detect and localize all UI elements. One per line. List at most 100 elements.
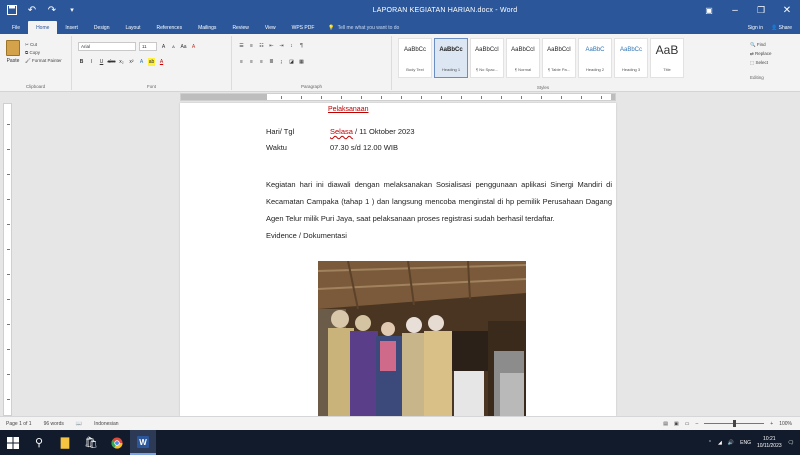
windows-start-icon[interactable]: [0, 430, 26, 455]
print-layout-icon[interactable]: ▣: [674, 421, 679, 427]
justify-icon[interactable]: ≣: [268, 58, 275, 66]
vertical-ruler[interactable]: [3, 103, 12, 416]
language-indicator[interactable]: Indonesian: [94, 421, 118, 427]
tab-wps-pdf[interactable]: WPS PDF: [284, 21, 323, 34]
find-button[interactable]: 🔍 Find: [750, 40, 772, 49]
tab-design[interactable]: Design: [86, 21, 118, 34]
sort-icon[interactable]: ↕: [288, 42, 295, 50]
style-title[interactable]: AaB Title: [650, 38, 684, 78]
replace-button[interactable]: ⇄ Replace: [750, 49, 772, 58]
share-button[interactable]: 👤 Share: [771, 25, 792, 31]
align-center-icon[interactable]: ≡: [248, 58, 255, 66]
tab-mailings[interactable]: Mailings: [190, 21, 224, 34]
store-icon[interactable]: 🛍: [78, 430, 104, 455]
zoom-level[interactable]: 100%: [779, 421, 792, 427]
style-body-text[interactable]: AaBbCc Body Text: [398, 38, 432, 78]
ribbon-display-options-icon[interactable]: ▣: [696, 0, 722, 20]
web-layout-icon[interactable]: ▭: [685, 421, 690, 427]
align-left-icon[interactable]: ≡: [238, 58, 245, 66]
tab-review[interactable]: Review: [224, 21, 256, 34]
chrome-icon[interactable]: [104, 430, 130, 455]
zoom-in-icon[interactable]: +: [770, 421, 773, 427]
shrink-font-icon[interactable]: A: [170, 43, 177, 51]
select-icon: ⬚: [750, 60, 755, 65]
borders-icon[interactable]: ▦: [298, 58, 305, 66]
select-button[interactable]: ⬚ Select: [750, 58, 772, 67]
multilevel-list-icon[interactable]: ☷: [258, 42, 265, 50]
increase-indent-icon[interactable]: ⇥: [278, 42, 285, 50]
bold-icon[interactable]: B: [78, 58, 85, 66]
copy-button[interactable]: ⧉ Copy: [25, 49, 62, 57]
save-icon[interactable]: [6, 4, 18, 16]
show-formatting-icon[interactable]: ¶: [298, 42, 305, 50]
clock[interactable]: 10:21 10/11/2023: [757, 436, 782, 450]
text-effects-icon[interactable]: A: [138, 58, 145, 66]
change-case-icon[interactable]: Aa: [180, 43, 187, 51]
style-heading-3[interactable]: AaBbCc Heading 3: [614, 38, 648, 78]
horizontal-ruler[interactable]: [180, 93, 616, 101]
format-painter-button[interactable]: 🖌 Format Painter: [25, 57, 62, 65]
font-color-icon[interactable]: A: [158, 58, 165, 66]
minimize-button[interactable]: –: [722, 0, 748, 20]
tab-view[interactable]: View: [257, 21, 284, 34]
style-normal[interactable]: AaBbCcI ¶ Normal: [506, 38, 540, 78]
cut-button[interactable]: ✂ Cut: [25, 41, 62, 49]
grow-font-icon[interactable]: A: [160, 43, 167, 51]
style-no-spacing[interactable]: AaBbCcI ¶ No Spac...: [470, 38, 504, 78]
line-spacing-icon[interactable]: ↨: [278, 58, 285, 66]
tab-insert[interactable]: Insert: [57, 21, 86, 34]
network-icon[interactable]: ◢: [718, 440, 722, 446]
font-name-select[interactable]: Arial: [78, 42, 136, 51]
undo-icon[interactable]: ↶: [26, 4, 38, 16]
tab-layout[interactable]: Layout: [118, 21, 149, 34]
highlight-icon[interactable]: ab: [148, 58, 155, 66]
italic-icon[interactable]: I: [88, 58, 95, 66]
close-button[interactable]: ✕: [774, 0, 800, 20]
zoom-slider[interactable]: [704, 420, 765, 427]
file-explorer-icon[interactable]: ▇: [52, 430, 78, 455]
customize-toolbar-icon[interactable]: ▾: [66, 4, 78, 16]
word-count[interactable]: 96 words: [44, 421, 64, 427]
subscript-icon[interactable]: x₂: [118, 58, 125, 66]
font-size-select[interactable]: 11: [139, 42, 157, 51]
sign-in-link[interactable]: Sign in: [748, 25, 763, 31]
style-heading-1[interactable]: AaBbCc Heading 1: [434, 38, 468, 78]
paste-button[interactable]: Paste: [4, 40, 22, 70]
section-heading: Pelaksanaan: [328, 106, 369, 113]
word-icon[interactable]: W: [130, 430, 156, 455]
tell-me-box[interactable]: 💡 Tell me what you want to do: [328, 21, 399, 34]
superscript-icon[interactable]: x²: [128, 58, 135, 66]
tab-references[interactable]: References: [149, 21, 191, 34]
notification-icon[interactable]: 🗨: [788, 440, 794, 446]
numbering-icon[interactable]: ≡: [248, 42, 255, 50]
style-preview: AaBbCc: [619, 47, 642, 53]
evidence-label: Evidence / Dokumentasi: [266, 231, 347, 240]
shading-icon[interactable]: ◪: [288, 58, 295, 66]
paragraph-group: ☰ ≡ ☷ ⇤ ⇥ ↕ ¶ ≡ ≡ ≡ ≣ ↨ ◪ ▦ Paragraph: [232, 36, 392, 90]
tab-home[interactable]: Home: [28, 21, 58, 34]
decrease-indent-icon[interactable]: ⇤: [268, 42, 275, 50]
style-table-paragraph[interactable]: AaBbCcI ¶ Table Pa...: [542, 38, 576, 78]
read-mode-icon[interactable]: ▤: [663, 421, 668, 427]
tab-file[interactable]: File: [4, 21, 28, 34]
zoom-slider-knob[interactable]: [732, 420, 736, 427]
strikethrough-icon[interactable]: abc: [107, 58, 115, 66]
page-count[interactable]: Page 1 of 1: [6, 421, 32, 427]
style-heading-2[interactable]: AaBbC Heading 2: [578, 38, 612, 78]
search-icon[interactable]: ⚲: [26, 430, 52, 455]
ribbon: Paste ✂ Cut ⧉ Copy 🖌 Format Painter Clip…: [0, 34, 800, 92]
align-right-icon[interactable]: ≡: [258, 58, 265, 66]
volume-icon[interactable]: 🔊: [728, 440, 734, 446]
keyboard-language[interactable]: ENG: [740, 440, 751, 446]
restore-button[interactable]: ❐: [748, 0, 774, 20]
documentation-photo[interactable]: [318, 261, 526, 416]
document-page[interactable]: Pelaksanaan Hari/ Tgl Selasa / 11 Oktobe…: [180, 103, 616, 416]
clear-formatting-icon[interactable]: A: [190, 43, 197, 51]
redo-icon[interactable]: ↷: [46, 4, 58, 16]
chevron-up-icon[interactable]: ⌃: [708, 440, 712, 446]
bullets-icon[interactable]: ☰: [238, 42, 245, 50]
tell-me-text: Tell me what you want to do: [337, 24, 400, 31]
proofing-icon[interactable]: 📖: [76, 421, 82, 427]
zoom-out-icon[interactable]: –: [696, 421, 699, 427]
underline-icon[interactable]: U: [98, 58, 105, 66]
